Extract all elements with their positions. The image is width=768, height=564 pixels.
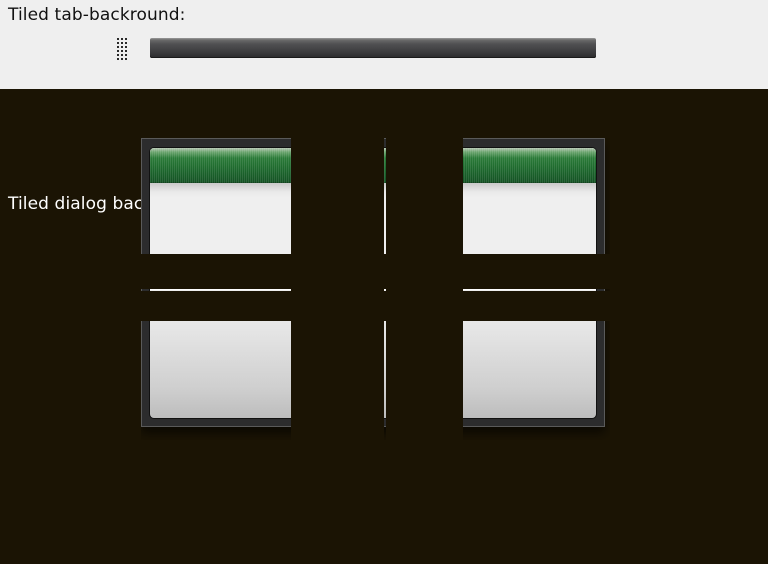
dialog-panel [150, 289, 291, 291]
grip-dot [121, 54, 123, 56]
dialog-frame [463, 138, 605, 254]
grip-dot [125, 58, 127, 60]
dialog-panel [384, 289, 386, 291]
dialog-tile-middle-left [141, 289, 291, 291]
dialog-titlebar [384, 148, 386, 183]
grip-dot [125, 54, 127, 56]
dialog-frame [463, 289, 605, 291]
dialog-frame [141, 138, 291, 254]
dialog-tile-middle-center [384, 289, 386, 291]
dialog-titlebar [463, 148, 596, 183]
grip-dot [117, 50, 119, 52]
dialog-divider [150, 289, 291, 290]
grip-dot [121, 58, 123, 60]
dialog-tile-top-center [384, 138, 386, 254]
dialog-panel [384, 321, 386, 418]
tiled-tab-bar [150, 38, 596, 58]
tab-background-heading: Tiled tab-backround: [8, 5, 186, 25]
grip-dot [117, 38, 119, 40]
dialog-frame [141, 289, 291, 291]
titlebar-shadow [150, 183, 291, 197]
grip-handle-icon[interactable] [117, 38, 128, 62]
dialog-panel [463, 148, 596, 254]
titlebar-shadow [463, 183, 596, 197]
grip-dot [121, 38, 123, 40]
grip-dot [117, 58, 119, 60]
grip-dot [125, 50, 127, 52]
titlebar-shadow [384, 183, 386, 197]
dialog-panel [150, 148, 291, 254]
dialog-frame [141, 321, 291, 427]
grip-dot [117, 46, 119, 48]
grip-dot [125, 46, 127, 48]
dialog-tile-top-right [463, 138, 610, 254]
grip-dot [121, 42, 123, 44]
grip-dot [125, 38, 127, 40]
dialog-divider [384, 289, 386, 290]
dialog-frame [384, 138, 386, 254]
dialog-panel [463, 289, 596, 291]
dialog-tile-middle-right [463, 289, 610, 291]
dialog-tile-bottom-left [141, 321, 291, 440]
dialog-tile-bottom-center [384, 321, 386, 440]
dialog-frame [384, 321, 386, 427]
grip-dot [121, 46, 123, 48]
grip-dot [117, 54, 119, 56]
dialog-titlebar [150, 148, 291, 183]
tab-background-section: Tiled tab-backround: [0, 0, 768, 89]
dialog-frame [463, 321, 605, 427]
dialog-panel [463, 321, 596, 418]
dialog-divider [463, 289, 596, 290]
dialog-panel [150, 321, 291, 418]
dialog-tile-top-left [141, 138, 291, 254]
grip-dot [121, 50, 123, 52]
dialog-frame [384, 289, 386, 291]
grip-dot [117, 42, 119, 44]
grip-dot [125, 42, 127, 44]
dialog-panel [384, 148, 386, 254]
dialog-tile-bottom-right [463, 321, 610, 440]
